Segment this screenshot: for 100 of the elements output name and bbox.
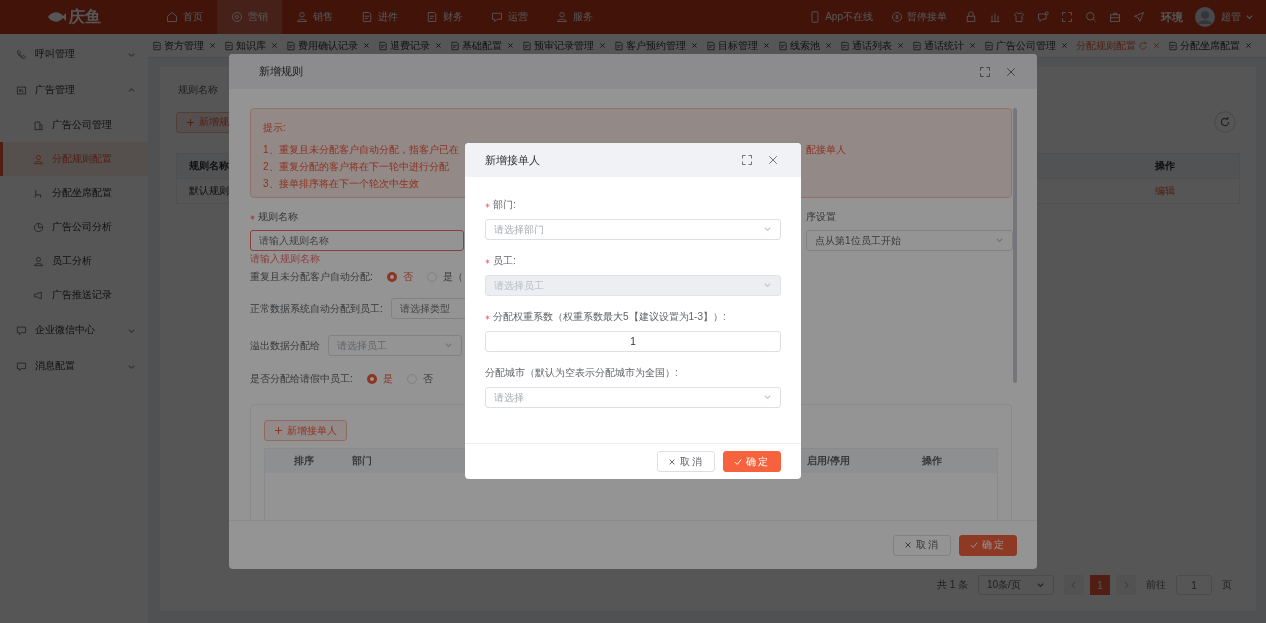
ad-icon xyxy=(16,84,27,96)
order-select[interactable]: 点从第1位员工开始 xyxy=(806,230,1013,251)
number-input[interactable]: 1 xyxy=(485,331,781,352)
close-icon[interactable] xyxy=(435,42,442,49)
edit-link[interactable]: 编辑 xyxy=(1149,184,1175,198)
column-header: 规则名称 xyxy=(188,159,229,173)
nav-item[interactable]: 首页 xyxy=(152,0,217,34)
pause-icon xyxy=(891,11,903,23)
plus-icon xyxy=(274,426,283,435)
user-menu[interactable]: 超管 xyxy=(1221,10,1254,24)
lock-icon[interactable] xyxy=(965,11,977,23)
close-icon[interactable] xyxy=(969,42,976,49)
cancel-button[interactable]: 取消 xyxy=(893,534,951,556)
field-label: 重复且未分配客户自动分配: xyxy=(250,270,373,284)
send-icon[interactable] xyxy=(1133,11,1145,23)
column-header: 操作 xyxy=(922,454,942,468)
tab[interactable]: 通话列表 xyxy=(836,38,908,53)
tab[interactable]: 资方管理 xyxy=(148,38,220,53)
sidebar-group[interactable]: 企业微信中心 xyxy=(0,312,148,348)
field-label: 分配城市（默认为空表示分配城市为全国）: xyxy=(485,366,678,380)
column-header: 操作 xyxy=(1154,159,1175,173)
column-header: 排序 xyxy=(293,454,314,468)
document-icon xyxy=(840,40,850,51)
close-icon[interactable] xyxy=(825,42,832,49)
nav-item[interactable]: 销售 xyxy=(282,0,347,34)
tab[interactable]: 费用确认记录 xyxy=(282,38,374,53)
document-icon xyxy=(378,40,388,51)
chat-icon xyxy=(16,324,27,336)
select-field[interactable]: 请选择部门 xyxy=(485,219,781,240)
tab[interactable]: 线索池 xyxy=(774,38,836,53)
document-icon xyxy=(1168,40,1178,51)
chevron-up-icon xyxy=(127,85,136,95)
message-icon[interactable] xyxy=(1037,11,1049,23)
status-button[interactable]: App不在线 xyxy=(809,10,873,24)
person-icon xyxy=(33,153,44,165)
sidebar-item[interactable]: 广告推送记录 xyxy=(0,278,148,312)
confirm-button[interactable]: 确定 xyxy=(959,534,1017,556)
close-icon[interactable] xyxy=(1245,42,1252,49)
avatar-icon xyxy=(1195,7,1215,27)
close-icon[interactable] xyxy=(767,154,779,166)
megaphone-icon xyxy=(33,289,44,301)
tab[interactable]: 目标管理 xyxy=(702,38,774,53)
document-icon xyxy=(361,11,373,23)
caret-icon xyxy=(995,236,1004,245)
refresh-icon xyxy=(1138,40,1148,51)
close-icon[interactable] xyxy=(363,42,370,49)
confirm-button[interactable]: 确定 xyxy=(723,451,781,472)
nav-item[interactable]: 服务 xyxy=(542,0,607,34)
close-icon[interactable] xyxy=(763,42,770,49)
environment-label: 环境 xyxy=(1161,9,1183,25)
radio-option[interactable]: 否 xyxy=(406,372,433,386)
field-label: 正常数据系统自动分配到员工: xyxy=(250,301,383,316)
sidebar-group[interactable]: 广告管理 xyxy=(0,72,148,108)
caret-icon xyxy=(1036,580,1045,590)
radio-option[interactable]: 否 xyxy=(386,270,413,284)
plus-icon xyxy=(186,117,195,127)
close-icon[interactable] xyxy=(209,42,216,49)
close-icon[interactable] xyxy=(599,42,606,49)
fish-logo-icon xyxy=(47,9,67,25)
field-label: 部门: xyxy=(493,198,516,212)
check-icon xyxy=(734,457,742,466)
shirt-icon[interactable] xyxy=(1013,11,1025,23)
add-receiver-button[interactable]: 新增接单人 xyxy=(264,420,347,441)
field-label: 是否分配给请假中员工: xyxy=(250,372,353,386)
search-icon[interactable] xyxy=(1085,11,1097,23)
close-icon[interactable] xyxy=(897,42,904,49)
document-icon xyxy=(224,40,234,51)
close-icon[interactable] xyxy=(1153,42,1160,49)
close-icon[interactable] xyxy=(691,42,698,49)
scrollbar[interactable] xyxy=(1013,108,1017,383)
column-header: 启用/停用 xyxy=(806,454,850,468)
tab[interactable]: 退费记录 xyxy=(374,38,446,53)
cancel-button[interactable]: 取消 xyxy=(657,451,715,472)
tab[interactable]: 通话统计 xyxy=(908,38,980,53)
fullscreen-icon[interactable] xyxy=(741,154,753,166)
nav-item[interactable]: 财务 xyxy=(412,0,477,34)
close-icon xyxy=(904,541,912,549)
person-icon xyxy=(33,255,44,267)
refresh-button[interactable] xyxy=(1214,111,1236,133)
close-icon[interactable] xyxy=(271,42,278,49)
tab[interactable]: 客户预约管理 xyxy=(610,38,702,53)
radio-option[interactable]: 是（ xyxy=(426,270,463,284)
nav-item[interactable]: 进件 xyxy=(347,0,412,34)
fullscreen-icon[interactable] xyxy=(979,65,991,78)
document-icon xyxy=(522,40,532,51)
document-icon xyxy=(426,11,438,23)
tab[interactable]: 预审记录管理 xyxy=(518,38,610,53)
sidebar-item[interactable]: 广告公司管理 xyxy=(0,108,148,142)
select-field[interactable]: 请选择 xyxy=(485,387,781,408)
document-icon xyxy=(614,40,624,51)
close-icon[interactable] xyxy=(1061,42,1068,49)
rule-name-input[interactable]: 请输入规则名称 xyxy=(250,230,464,251)
radio-option[interactable]: 是 xyxy=(366,372,393,386)
close-icon[interactable] xyxy=(1005,65,1017,78)
tab[interactable]: 广告公司管理 xyxy=(980,38,1072,53)
chat-icon xyxy=(491,11,503,23)
briefcase-icon[interactable] xyxy=(1109,11,1121,23)
tip-title: 提示: xyxy=(263,121,287,135)
close-icon[interactable] xyxy=(507,42,514,49)
bank-icon[interactable] xyxy=(989,11,1001,23)
